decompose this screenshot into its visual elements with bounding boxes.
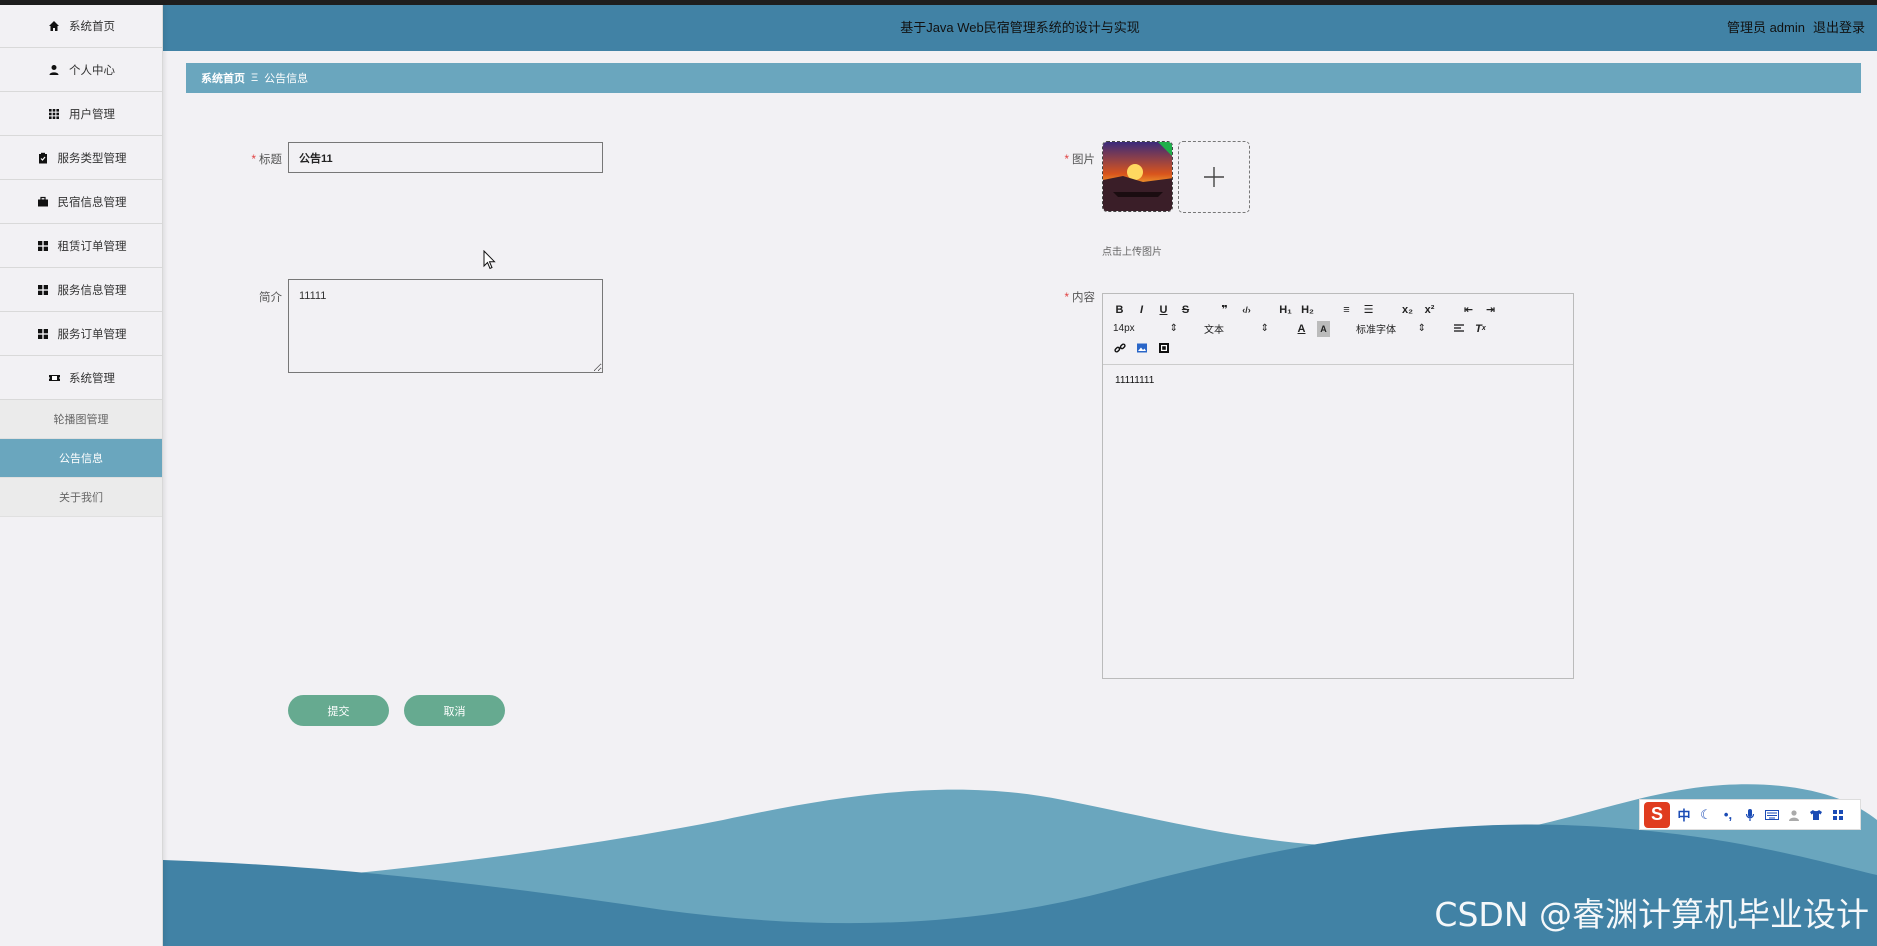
watermark: CSDN @睿渊计算机毕业设计 xyxy=(1434,895,1869,934)
select-arrows-icon: ⇕ xyxy=(1417,323,1426,334)
apps-icon xyxy=(36,239,50,253)
breadcrumb-home[interactable]: 系统首页 xyxy=(201,70,245,86)
sidebar-item-service-orders[interactable]: 服务订单管理 xyxy=(0,312,162,356)
sidebar-item-label: 服务订单管理 xyxy=(57,328,127,341)
underline-button[interactable]: U xyxy=(1157,302,1170,318)
apps-icon xyxy=(36,283,50,297)
user-icon[interactable] xyxy=(1786,807,1802,823)
shirt-icon[interactable] xyxy=(1808,807,1824,823)
user-role-name: 管理员 admin xyxy=(1726,20,1805,35)
sidebar-item-home[interactable]: 系统首页 xyxy=(0,5,162,48)
font-size-select[interactable]: 14px ⇕ xyxy=(1113,323,1178,334)
sidebar-item-homestays[interactable]: 民宿信息管理 xyxy=(0,180,162,224)
cancel-button[interactable]: 取消 xyxy=(404,695,505,726)
text-type-select[interactable]: 文本 ⇕ xyxy=(1204,321,1269,336)
italic-button[interactable]: I xyxy=(1135,302,1148,318)
mouse-cursor-icon xyxy=(483,250,496,270)
sidebar-item-service-types[interactable]: 服务类型管理 xyxy=(0,136,162,180)
ime-logo[interactable]: S xyxy=(1644,801,1670,828)
sidebar-item-label: 个人中心 xyxy=(69,64,115,77)
briefcase-icon xyxy=(36,195,50,209)
code-block-button[interactable]: ‹/› xyxy=(1240,302,1253,318)
upload-image-button[interactable] xyxy=(1178,141,1250,213)
clipboard-icon xyxy=(36,151,50,165)
strike-button[interactable]: S xyxy=(1179,302,1192,318)
home-icon xyxy=(47,19,61,33)
title-label: * 标题 xyxy=(251,154,282,166)
editor-content[interactable]: 11111111 xyxy=(1103,365,1573,396)
clear-format-icon[interactable]: Tx xyxy=(1474,321,1487,337)
sidebar-subitem-about[interactable]: 关于我们 xyxy=(0,478,162,517)
breadcrumb-current: 公告信息 xyxy=(264,73,309,85)
font-family-select[interactable]: 标准字体 ⇕ xyxy=(1356,321,1426,336)
subscript-button[interactable]: x₂ xyxy=(1401,302,1414,318)
page-title: 基于Java Web民宿管理系统的设计与实现 xyxy=(900,20,1140,35)
sidebar-subitem-carousel[interactable]: 轮播图管理 xyxy=(0,400,162,439)
logout-link[interactable]: 退出登录 xyxy=(1813,5,1865,51)
apps-icon xyxy=(36,327,50,341)
title-input[interactable] xyxy=(288,142,603,173)
select-arrows-icon: ⇕ xyxy=(1260,323,1269,334)
sidebar-item-rental-orders[interactable]: 租赁订单管理 xyxy=(0,224,162,268)
indent-button[interactable]: ⇥ xyxy=(1484,302,1497,318)
person-icon xyxy=(47,63,61,77)
sidebar-item-profile[interactable]: 个人中心 xyxy=(0,48,162,92)
uploaded-image-thumbnail[interactable] xyxy=(1102,141,1173,212)
sidebar-item-label: 民宿信息管理 xyxy=(57,196,127,209)
punctuation-icon[interactable]: •, xyxy=(1720,807,1736,823)
moon-icon[interactable]: ☾ xyxy=(1698,807,1714,823)
superscript-button[interactable]: x² xyxy=(1423,302,1436,318)
sidebar-item-services[interactable]: 服务信息管理 xyxy=(0,268,162,312)
ordered-list-button[interactable]: ≡ xyxy=(1340,302,1353,318)
select-arrows-icon: ⇕ xyxy=(1169,323,1178,334)
plus-icon xyxy=(1204,167,1224,187)
background-color-icon[interactable]: A xyxy=(1317,320,1330,337)
sidebar-subitem-notices[interactable]: 公告信息 xyxy=(0,439,162,478)
bullet-list-button[interactable]: ☰ xyxy=(1362,302,1375,318)
outdent-button[interactable]: ⇤ xyxy=(1462,302,1475,318)
intro-textarea[interactable]: 11111 xyxy=(288,279,603,373)
editor-toolbar: B I U S ❞ ‹/› H₁ H₂ ≡ ☰ x₂ x² ⇤ ⇥ 14px ⇕ … xyxy=(1103,294,1573,365)
image-label: * 图片 xyxy=(1064,154,1095,166)
ime-mode[interactable]: 中 xyxy=(1676,807,1692,823)
sidebar-item-label: 系统管理 xyxy=(69,372,115,385)
breadcrumb-separator-icon: Ξ xyxy=(251,72,259,84)
top-header: 基于Java Web民宿管理系统的设计与实现 管理员 admin 退出登录 xyxy=(163,5,1877,51)
sidebar-item-users[interactable]: 用户管理 xyxy=(0,92,162,136)
submit-button[interactable]: 提交 xyxy=(288,695,389,726)
video-insert-icon[interactable] xyxy=(1157,340,1170,356)
link-icon[interactable] xyxy=(1113,340,1126,356)
bold-button[interactable]: B xyxy=(1113,302,1126,318)
microphone-icon[interactable] xyxy=(1742,807,1758,823)
blockquote-button[interactable]: ❞ xyxy=(1218,302,1231,318)
ime-toolbar: S 中 ☾ •, xyxy=(1639,799,1861,830)
sidebar-item-label: 服务信息管理 xyxy=(57,284,127,297)
sidebar-item-system[interactable]: 系统管理 xyxy=(0,356,162,400)
heading2-button[interactable]: H₂ xyxy=(1301,302,1314,318)
heading1-button[interactable]: H₁ xyxy=(1279,302,1292,318)
apps-icon[interactable] xyxy=(1830,807,1846,823)
sidebar-item-label: 系统首页 xyxy=(69,21,115,33)
content-label: * 内容 xyxy=(1064,292,1095,304)
sidebar: 系统首页 个人中心 用户管理 服务类型管理 民宿信息管理 租赁订单管理 服务信息… xyxy=(0,5,163,946)
ticket-icon xyxy=(47,371,61,385)
user-info: 管理员 admin 退出登录 xyxy=(1727,5,1865,51)
sidebar-item-label: 服务类型管理 xyxy=(57,152,127,165)
image-insert-icon[interactable] xyxy=(1135,340,1148,356)
grid-icon xyxy=(47,107,61,121)
sidebar-item-label: 用户管理 xyxy=(69,108,115,121)
sidebar-item-label: 租赁订单管理 xyxy=(57,240,127,253)
intro-label: 简介 xyxy=(259,292,282,304)
upload-tip: 点击上传图片 xyxy=(1102,247,1162,258)
breadcrumb: 系统首页 Ξ 公告信息 xyxy=(186,63,1861,93)
font-color-icon[interactable]: A xyxy=(1295,321,1308,337)
keyboard-icon[interactable] xyxy=(1764,807,1780,823)
rich-text-editor: B I U S ❞ ‹/› H₁ H₂ ≡ ☰ x₂ x² ⇤ ⇥ 14px ⇕ … xyxy=(1102,293,1574,679)
align-icon[interactable] xyxy=(1452,321,1465,337)
